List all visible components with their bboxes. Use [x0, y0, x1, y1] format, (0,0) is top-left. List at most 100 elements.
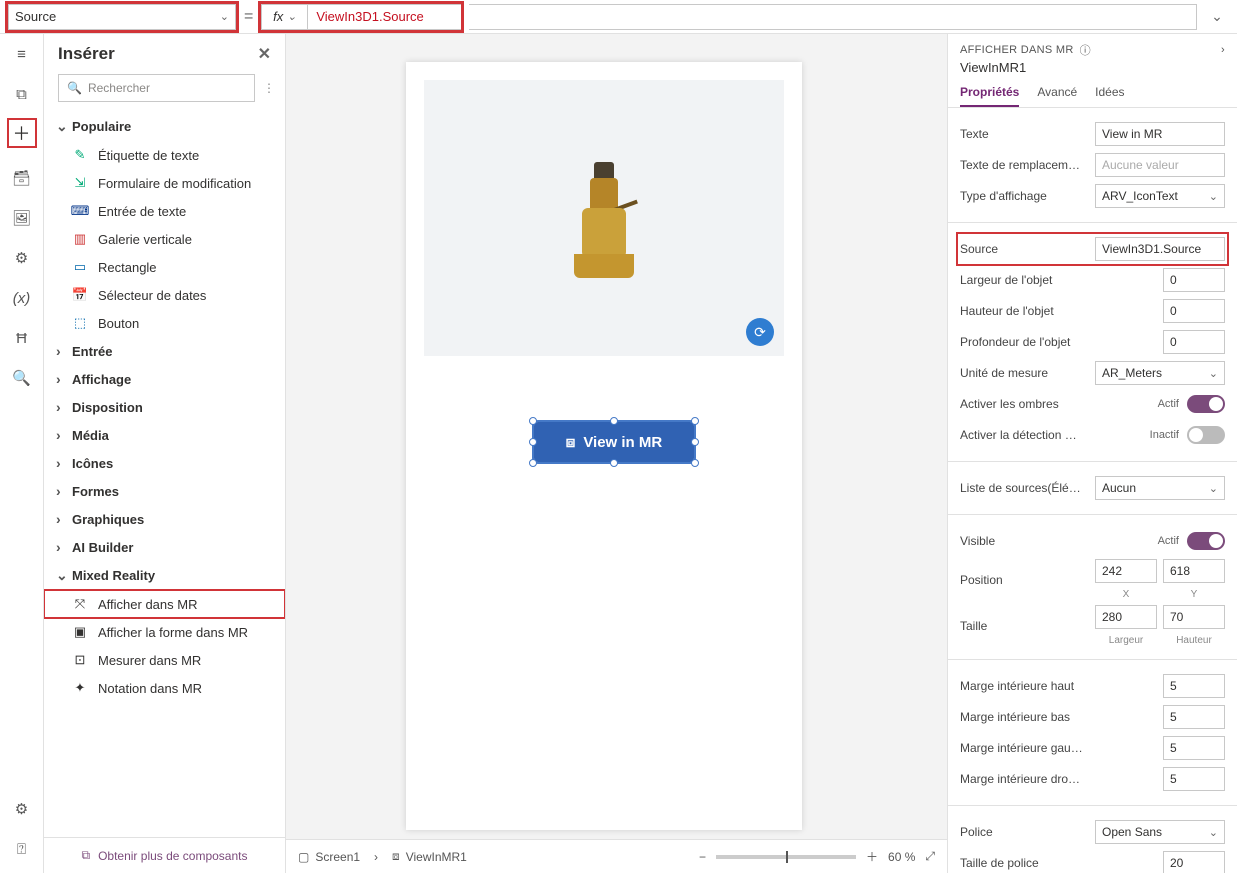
get-more-components[interactable]: ⧉ Obtenir plus de composants: [44, 837, 285, 873]
insert-item[interactable]: ▣Afficher la forme dans MR: [44, 618, 285, 646]
insert-item[interactable]: ✦Notation dans MR: [44, 674, 285, 702]
prop-detection-toggle[interactable]: [1187, 426, 1225, 444]
item-icon: ⊡: [72, 652, 88, 668]
category-collapsed[interactable]: Disposition: [44, 393, 285, 421]
search-rail-icon[interactable]: 🔍: [12, 368, 32, 388]
properties-header: AFFICHER DANS MR ⓘ › ViewInMR1: [948, 34, 1237, 77]
info-icon[interactable]: ⓘ: [1080, 42, 1091, 58]
control-type-label: AFFICHER DANS MR: [960, 44, 1074, 56]
prop-position-x[interactable]: 242: [1095, 559, 1157, 583]
category-collapsed[interactable]: AI Builder: [44, 533, 285, 561]
chevron-down-icon: ⌄: [220, 10, 229, 23]
item-icon: ⬚: [72, 315, 88, 331]
insert-item[interactable]: ▥Galerie verticale: [44, 225, 285, 253]
mr-icon: ⧈: [392, 849, 400, 864]
prop-padh-input[interactable]: 5: [1163, 674, 1225, 698]
flows-icon[interactable]: ⚙: [12, 248, 32, 268]
help-icon[interactable]: ⍰: [12, 839, 32, 859]
prop-profondeur-input[interactable]: 0: [1163, 330, 1225, 354]
prop-unite-select[interactable]: AR_Meters⌄: [1095, 361, 1225, 385]
prop-source-input[interactable]: ViewIn3D1.Source: [1095, 237, 1225, 261]
insert-item[interactable]: ⇲Formulaire de modification: [44, 169, 285, 197]
settings-icon[interactable]: ⚙: [12, 799, 32, 819]
item-icon: ✦: [72, 680, 88, 696]
canvas-area[interactable]: ⟳ ⧈ View in MR: [286, 34, 947, 839]
fit-screen-icon[interactable]: ⤢: [925, 849, 935, 864]
zoom-in-icon[interactable]: ＋: [866, 848, 878, 865]
prop-padd-input[interactable]: 5: [1163, 767, 1225, 791]
category-collapsed[interactable]: Média: [44, 421, 285, 449]
category-collapsed[interactable]: Icônes: [44, 449, 285, 477]
prop-affichage-select[interactable]: ARV_IconText⌄: [1095, 184, 1225, 208]
category-label: Populaire: [72, 119, 131, 134]
media-icon[interactable]: 🖼: [12, 208, 32, 228]
prop-position-y[interactable]: 618: [1163, 559, 1225, 583]
category-collapsed[interactable]: Formes: [44, 477, 285, 505]
category-mixed-reality[interactable]: Mixed Reality: [44, 561, 285, 590]
tab-avance[interactable]: Avancé: [1037, 85, 1077, 107]
data-icon[interactable]: 🗃: [12, 168, 32, 188]
zoom-controls: − ＋ 60 % ⤢: [699, 848, 935, 865]
prop-taille-h[interactable]: 70: [1163, 605, 1225, 629]
category-populaire[interactable]: Populaire: [44, 112, 285, 141]
object-name: ViewInMR1: [960, 60, 1225, 75]
category-label: Entrée: [72, 344, 112, 359]
prop-remplacement-input[interactable]: Aucune valeur: [1095, 153, 1225, 177]
tree-icon[interactable]: ⧉: [12, 84, 32, 104]
chevron-right-icon[interactable]: ›: [1221, 44, 1225, 56]
prop-padb-label: Marge intérieure bas: [960, 710, 1155, 724]
category-collapsed[interactable]: Graphiques: [44, 505, 285, 533]
insert-item-afficher-dans-mr[interactable]: ⤧Afficher dans MR: [44, 590, 285, 618]
close-icon[interactable]: ✕: [258, 44, 271, 64]
category-collapsed[interactable]: Entrée: [44, 337, 285, 365]
insert-item[interactable]: ⬚Bouton: [44, 309, 285, 337]
prop-taille-police-input[interactable]: 20: [1163, 851, 1225, 873]
breadcrumb-control[interactable]: ⧈ ViewInMR1: [392, 849, 467, 864]
refresh-icon[interactable]: ⟳: [746, 318, 774, 346]
more-icon[interactable]: ⋮: [263, 81, 275, 95]
tab-idees[interactable]: Idées: [1095, 85, 1124, 107]
item-label: Galerie verticale: [98, 232, 192, 247]
prop-visible-label: Visible: [960, 534, 1150, 548]
category-collapsed[interactable]: Affichage: [44, 365, 285, 393]
insert-rail-button[interactable]: ＋: [7, 118, 37, 148]
item-icon: ⇲: [72, 175, 88, 191]
view-in-mr-button[interactable]: ⧈ View in MR: [534, 422, 694, 462]
left-rail: ≡ ⧉ ＋ 🗃 🖼 ⚙ (x) Ħ 🔍 ⚙ ⍰: [0, 34, 44, 873]
chevron-down-icon: ⌄: [287, 10, 296, 23]
breadcrumb-screen[interactable]: ▢ Screen1: [298, 850, 360, 864]
formula-input[interactable]: [469, 4, 1197, 30]
prop-texte-input[interactable]: View in MR: [1095, 122, 1225, 146]
category-label: Icônes: [72, 456, 113, 471]
prop-taille-w[interactable]: 280: [1095, 605, 1157, 629]
main-area: ≡ ⧉ ＋ 🗃 🖼 ⚙ (x) Ħ 🔍 ⚙ ⍰ Insérer ✕ 🔍 Rech…: [0, 34, 1237, 873]
insert-item[interactable]: ⊡Mesurer dans MR: [44, 646, 285, 674]
insert-item[interactable]: ✎Étiquette de texte: [44, 141, 285, 169]
insert-item[interactable]: ▭Rectangle: [44, 253, 285, 281]
prop-taille-police-label: Taille de police: [960, 856, 1155, 870]
prop-ombres-toggle[interactable]: [1187, 395, 1225, 413]
prop-liste-select[interactable]: Aucun⌄: [1095, 476, 1225, 500]
prop-police-select[interactable]: Open Sans⌄: [1095, 820, 1225, 844]
variables-icon[interactable]: (x): [12, 288, 32, 308]
3d-viewer[interactable]: ⟳: [424, 80, 784, 356]
property-selector[interactable]: Source ⌄: [8, 4, 236, 30]
tab-proprietes[interactable]: Propriétés: [960, 85, 1019, 107]
prop-profondeur-label: Profondeur de l'objet: [960, 335, 1155, 349]
tests-icon[interactable]: Ħ: [12, 328, 32, 348]
formula-input-left[interactable]: ViewIn3D1.Source: [307, 4, 461, 30]
expand-formula-icon[interactable]: ⌄: [1205, 8, 1229, 25]
prop-padg-input[interactable]: 5: [1163, 736, 1225, 760]
insert-search-input[interactable]: 🔍 Rechercher: [58, 74, 255, 102]
hamburger-icon[interactable]: ≡: [12, 44, 32, 64]
insert-item[interactable]: 📅Sélecteur de dates: [44, 281, 285, 309]
fx-button[interactable]: fx ⌄: [261, 4, 307, 30]
prop-visible-toggle[interactable]: [1187, 532, 1225, 550]
zoom-slider[interactable]: [716, 855, 856, 859]
prop-position-label: Position: [960, 573, 1087, 587]
insert-item[interactable]: ⌨Entrée de texte: [44, 197, 285, 225]
prop-padb-input[interactable]: 5: [1163, 705, 1225, 729]
zoom-out-icon[interactable]: −: [699, 850, 706, 864]
prop-largeur-obj-input[interactable]: 0: [1163, 268, 1225, 292]
prop-hauteur-obj-input[interactable]: 0: [1163, 299, 1225, 323]
